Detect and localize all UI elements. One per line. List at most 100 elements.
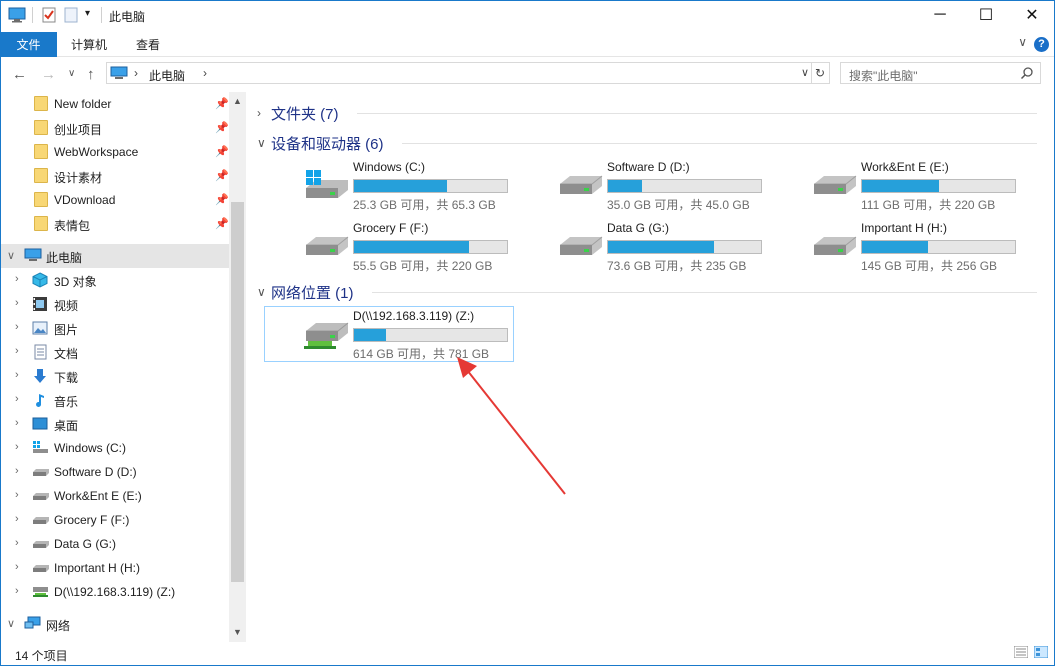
- refresh-icon: ↻: [814, 66, 826, 80]
- address-dropdown-icon[interactable]: ∨: [801, 66, 809, 79]
- expand-ribbon-icon[interactable]: ∨: [1018, 35, 1027, 49]
- nav-item-quick-access[interactable]: 设计素材 📌: [0, 164, 229, 188]
- scrollbar-thumb[interactable]: [231, 202, 244, 582]
- close-button[interactable]: ✕: [1009, 0, 1055, 30]
- drive-tile[interactable]: Software D (D:) 35.0 GB 可用，共 45.0 GB: [556, 160, 796, 216]
- drive-usage-fill: [862, 241, 928, 253]
- help-icon[interactable]: ?: [1034, 37, 1049, 52]
- search-input[interactable]: 搜索"此电脑": [840, 62, 1041, 84]
- expand-icon[interactable]: ›: [15, 561, 19, 573]
- nav-item-this-pc[interactable]: ∨ 此电脑: [0, 244, 229, 268]
- content-pane: › 文件夹 (7) ∨ 设备和驱动器 (6) Windows (C:) 25.3 …: [247, 92, 1055, 642]
- nav-item-label: 桌面: [54, 419, 79, 433]
- expand-icon[interactable]: ›: [15, 417, 19, 429]
- scroll-down-icon[interactable]: ▼: [233, 627, 242, 637]
- folder-icon: [34, 96, 48, 111]
- new-folder-icon[interactable]: [64, 7, 78, 26]
- nav-item-pc-child[interactable]: › Grocery F (F:): [0, 508, 229, 532]
- nav-item-quick-access[interactable]: WebWorkspace 📌: [0, 140, 229, 164]
- expand-icon[interactable]: ›: [15, 297, 19, 309]
- group-title: 网络位置 (1): [271, 285, 354, 302]
- expand-icon[interactable]: ›: [15, 369, 19, 381]
- refresh-button[interactable]: ↻: [811, 62, 830, 84]
- expand-icon[interactable]: ›: [257, 106, 261, 120]
- pin-icon[interactable]: 📌: [215, 217, 229, 230]
- computer-icon: [24, 248, 42, 265]
- collapse-icon[interactable]: ∨: [257, 285, 266, 299]
- nav-item-quick-access[interactable]: 表情包 📌: [0, 212, 229, 236]
- nav-item-label: 表情包: [54, 219, 91, 233]
- nav-scrollbar[interactable]: ▲ ▼: [229, 92, 246, 642]
- drive-tile[interactable]: Data G (G:) 73.6 GB 可用，共 235 GB: [556, 221, 796, 277]
- tab-file[interactable]: 文件: [0, 32, 57, 57]
- maximize-button[interactable]: ☐: [963, 0, 1009, 30]
- nav-item-quick-access[interactable]: 创业项目 📌: [0, 116, 229, 140]
- expand-icon[interactable]: ›: [15, 489, 19, 501]
- properties-icon[interactable]: [41, 7, 57, 26]
- drive-tile[interactable]: Windows (C:) 25.3 GB 可用，共 65.3 GB: [302, 160, 542, 216]
- nav-item-pc-child[interactable]: › Windows (C:): [0, 436, 229, 460]
- expand-icon[interactable]: ›: [15, 585, 19, 597]
- group-header-folders[interactable]: › 文件夹 (7): [257, 102, 1037, 124]
- nav-item-pc-child[interactable]: › 3D 对象: [0, 268, 229, 292]
- breadcrumb-separator-icon[interactable]: ›: [203, 66, 207, 80]
- expand-icon[interactable]: ›: [15, 441, 19, 453]
- nav-item-label: D(\\192.168.3.119) (Z:): [54, 585, 176, 599]
- tiles-view-icon[interactable]: [1033, 645, 1050, 660]
- pin-icon[interactable]: 📌: [215, 169, 229, 182]
- customize-qat-icon[interactable]: ▾: [85, 8, 90, 19]
- expand-icon[interactable]: ›: [15, 273, 19, 285]
- nav-item-pc-child[interactable]: › 桌面: [0, 412, 229, 436]
- nav-item-quick-access[interactable]: New folder 📌: [0, 92, 229, 116]
- drive-icon: [810, 168, 860, 205]
- details-view-icon[interactable]: [1013, 645, 1030, 660]
- pin-icon[interactable]: 📌: [215, 121, 229, 134]
- drive-space-info: 145 GB 可用，共 256 GB: [861, 259, 998, 273]
- search-icon[interactable]: [1020, 66, 1034, 83]
- drive-tile[interactable]: Important H (H:) 145 GB 可用，共 256 GB: [810, 221, 1050, 277]
- nav-item-pc-child[interactable]: › Data G (G:): [0, 532, 229, 556]
- expand-icon[interactable]: ›: [15, 465, 19, 477]
- nav-item-pc-child[interactable]: › 下载: [0, 364, 229, 388]
- collapse-icon[interactable]: ∨: [257, 136, 266, 150]
- expand-icon[interactable]: ›: [15, 345, 19, 357]
- tab-view[interactable]: 查看: [136, 36, 160, 53]
- breadcrumb-this-pc[interactable]: 此电脑: [149, 67, 185, 84]
- windows-drive-icon: [32, 440, 50, 457]
- address-bar[interactable]: › 此电脑 › ∨: [106, 62, 812, 84]
- nav-item-pc-child[interactable]: › 文档: [0, 340, 229, 364]
- group-header-devices[interactable]: ∨ 设备和驱动器 (6): [257, 132, 1037, 154]
- nav-item-network[interactable]: ∨ 网络: [0, 612, 229, 636]
- pin-icon[interactable]: 📌: [215, 97, 229, 110]
- expand-icon[interactable]: ›: [15, 537, 19, 549]
- pin-icon[interactable]: 📌: [215, 145, 229, 158]
- expand-icon[interactable]: ›: [15, 513, 19, 525]
- tab-computer[interactable]: 计算机: [71, 36, 107, 53]
- expand-icon[interactable]: ›: [15, 393, 19, 405]
- nav-item-pc-child[interactable]: › D(\\192.168.3.119) (Z:): [0, 580, 229, 604]
- nav-item-label: 网络: [46, 619, 71, 633]
- nav-item-quick-access[interactable]: VDownload 📌: [0, 188, 229, 212]
- nav-item-pc-child[interactable]: › Important H (H:): [0, 556, 229, 580]
- back-icon[interactable]: ←: [12, 66, 27, 83]
- scroll-up-icon[interactable]: ▲: [233, 96, 242, 106]
- forward-icon[interactable]: →: [41, 66, 56, 83]
- collapse-icon[interactable]: ∨: [7, 249, 15, 262]
- minimize-button[interactable]: ─: [917, 0, 963, 30]
- drive-usage-fill: [608, 180, 642, 192]
- expand-icon[interactable]: ∨: [7, 617, 15, 630]
- nav-item-pc-child[interactable]: › 视频: [0, 292, 229, 316]
- drive-tile[interactable]: Work&Ent E (E:) 111 GB 可用，共 220 GB: [810, 160, 1050, 216]
- nav-item-label: 此电脑: [46, 251, 83, 265]
- nav-item-pc-child[interactable]: › Work&Ent E (E:): [0, 484, 229, 508]
- nav-item-pc-child[interactable]: › 图片: [0, 316, 229, 340]
- nav-item-pc-child[interactable]: › 音乐: [0, 388, 229, 412]
- up-icon[interactable]: ↑: [87, 66, 95, 83]
- breadcrumb-separator-icon[interactable]: ›: [134, 66, 138, 80]
- group-header-network[interactable]: ∨ 网络位置 (1): [257, 281, 1037, 303]
- nav-item-pc-child[interactable]: › Software D (D:): [0, 460, 229, 484]
- recent-locations-icon[interactable]: ∨: [68, 68, 75, 79]
- expand-icon[interactable]: ›: [15, 321, 19, 333]
- pin-icon[interactable]: 📌: [215, 193, 229, 206]
- drive-tile[interactable]: Grocery F (F:) 55.5 GB 可用，共 220 GB: [302, 221, 542, 277]
